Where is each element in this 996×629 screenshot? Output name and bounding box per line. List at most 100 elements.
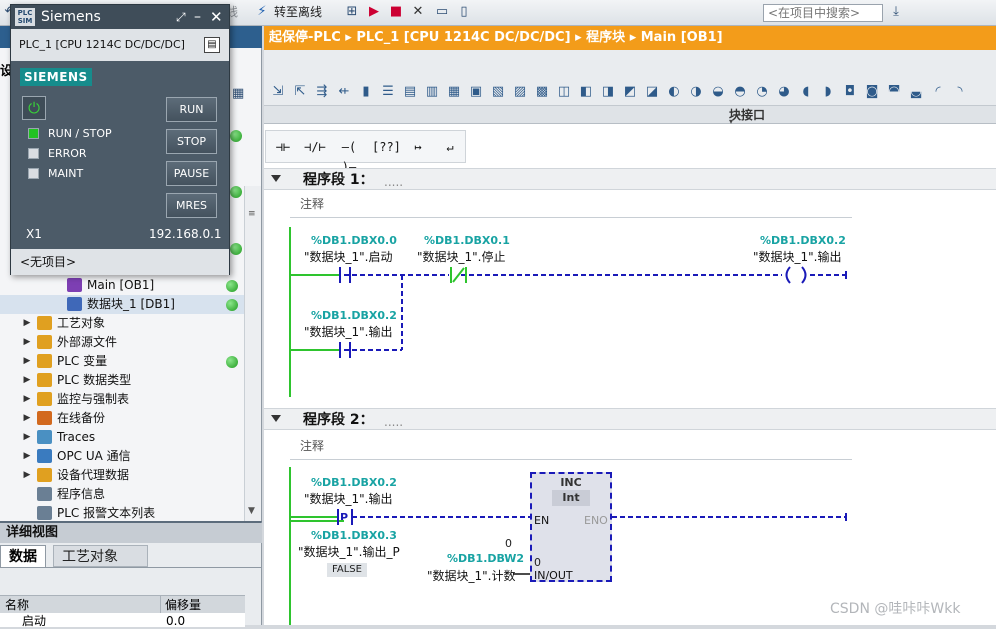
editor-tool-icon[interactable]: ⇲ [269, 83, 287, 101]
run-button[interactable]: RUN [166, 97, 217, 122]
restore-window-icon[interactable]: ⤢ [176, 5, 186, 29]
siemens-logo: SIEMENS [20, 68, 92, 86]
tree-item[interactable]: ▶ PLC 数据类型 [0, 371, 245, 390]
output-coil[interactable] [785, 266, 807, 284]
p-edge-contact[interactable] [337, 509, 353, 525]
expand-arrow-icon[interactable]: ▶ [22, 352, 32, 371]
tree-item[interactable]: ▶ Traces [0, 428, 245, 447]
start-cpu-icon[interactable]: ▶ [366, 4, 382, 20]
editor-tool-icon[interactable]: ▣ [467, 83, 485, 101]
tree-node-icon [37, 316, 52, 330]
project-search-input[interactable] [763, 4, 883, 22]
editor-tool-icon[interactable]: ☰ [379, 83, 397, 101]
editor-tool-icon[interactable]: ◝ [951, 83, 969, 101]
editor-tool-icon[interactable]: ◙ [863, 83, 881, 101]
editor-tool-icon[interactable]: ◨ [599, 83, 617, 101]
simulator-titlebar[interactable]: PLC SIM Siemens ⤢ – ✕ [11, 5, 229, 29]
tree-item[interactable]: Main [OB1] [0, 276, 245, 295]
tree-item[interactable]: ▶ PLC 变量 [0, 352, 245, 371]
editor-tool-icon[interactable]: ◔ [753, 83, 771, 101]
editor-tool-icon[interactable]: ◐ [665, 83, 683, 101]
tree-node-icon [37, 506, 52, 520]
editor-tool-icon[interactable]: ◪ [643, 83, 661, 101]
search-go-icon[interactable]: ⤓ [888, 4, 904, 20]
editor-tool-icon[interactable]: ◖ [797, 83, 815, 101]
expand-arrow-icon[interactable]: ▶ [22, 409, 32, 428]
split-horizontal-icon[interactable]: ▭ [434, 4, 450, 20]
editor-tool-icon[interactable]: ▨ [511, 83, 529, 101]
editor-tool-icon[interactable]: ◛ [907, 83, 925, 101]
tree-item-label: PLC 数据类型 [57, 373, 132, 387]
stop-button[interactable]: STOP [166, 129, 217, 154]
block-interface-bar[interactable]: 块接口 ▾ [264, 106, 996, 126]
tree-item[interactable]: ▶ 在线备份 [0, 409, 245, 428]
editor-tool-icon[interactable]: ◑ [687, 83, 705, 101]
tree-item[interactable]: 数据块_1 [DB1] [0, 295, 245, 314]
pause-button[interactable]: PAUSE [166, 161, 217, 186]
tree-item[interactable]: ▶ 外部源文件 [0, 333, 245, 352]
editor-tool-icon[interactable]: ◘ [841, 83, 859, 101]
editor-tool-icon[interactable]: ◩ [621, 83, 639, 101]
editor-tool-icon[interactable]: ◧ [577, 83, 595, 101]
editor-tool-icon[interactable]: ▤ [401, 83, 419, 101]
ladder-wiring [289, 227, 847, 625]
tree-item[interactable]: ▶ OPC UA 通信 [0, 447, 245, 466]
editor-tool-icon[interactable]: ⇷ [335, 83, 353, 101]
expand-arrow-icon[interactable]: ▶ [22, 371, 32, 390]
minimize-icon[interactable]: – [194, 5, 201, 29]
stop-cpu-icon[interactable]: ■ [388, 4, 404, 20]
editor-tool-icon[interactable]: ◓ [731, 83, 749, 101]
accessible-devices-icon[interactable]: ⊞ [344, 4, 360, 20]
tree-item[interactable]: ▶ 设备代理数据 [0, 466, 245, 485]
go-offline-button[interactable]: ⚡ 转至离线 [254, 3, 322, 22]
tree-node-icon [37, 449, 52, 463]
editor-tool-icon[interactable]: ◜ [929, 83, 947, 101]
editor-tool-icon[interactable]: ⇶ [313, 83, 331, 101]
editor-tool-icon[interactable]: ▩ [533, 83, 551, 101]
editor-toolbar: ⇲ ⇱ ⇶ ⇷ ▮ ☰ ▤ ▥ ▦ ▣ ▧ ▨ ▩ ◫ ◧ ◨ ◩ ◪ ◐ ◑ ◒ ◓ ◔ ◕ ◖ ◗ ◘ ◙ ◚ ◛ ◜ ◝ [264, 50, 996, 106]
detail-view-panel: 详细视图 数据 工艺对象 名称 偏移量 启动 0.0 [0, 521, 262, 628]
scroll-down-icon[interactable]: ▼ [248, 506, 255, 516]
tree-scrollbar[interactable]: ≡ ▼ [244, 186, 261, 521]
editor-tool-icon[interactable]: ◒ [709, 83, 727, 101]
breadcrumb-plc[interactable]: PLC_1 [CPU 1214C DC/DC/DC] [356, 30, 570, 45]
editor-tool-icon[interactable]: ◕ [775, 83, 793, 101]
tree-item-label: 程序信息 [57, 487, 106, 501]
column-offset-header[interactable]: 偏移量 [160, 596, 201, 614]
tab-data[interactable]: 数据 [0, 545, 46, 567]
editor-tool-icon[interactable]: ◗ [819, 83, 837, 101]
mres-button[interactable]: MRES [166, 193, 217, 218]
power-icon[interactable]: ⏻ [22, 96, 46, 120]
tab-tech-objects[interactable]: 工艺对象 [53, 545, 148, 567]
breadcrumb-main[interactable]: Main [OB1] [641, 30, 723, 45]
expand-arrow-icon[interactable]: ▶ [22, 447, 32, 466]
tree-item[interactable]: 程序信息 [0, 485, 245, 504]
expand-arrow-icon[interactable]: ▶ [22, 314, 32, 333]
breadcrumb-project[interactable]: 起保停-PLC [269, 30, 341, 45]
editor-tool-icon[interactable]: ▥ [423, 83, 441, 101]
editor-tool-icon[interactable]: ◫ [555, 83, 573, 101]
editor-tool-icon[interactable]: ⇱ [291, 83, 309, 101]
editor-tool-icon[interactable]: ▮ [357, 83, 375, 101]
tree-toolbar-icon[interactable]: ▦ [232, 86, 248, 102]
close-icon[interactable]: ✕ [210, 5, 223, 29]
tree-item-label: 在线备份 [57, 411, 106, 425]
expand-arrow-icon[interactable]: ▶ [22, 333, 32, 352]
split-vertical-icon[interactable]: ▯ [456, 4, 472, 20]
editor-tool-icon[interactable]: ▦ [445, 83, 463, 101]
expand-arrow-icon[interactable]: ▶ [22, 390, 32, 409]
tab-divider [0, 567, 262, 568]
tree-item[interactable]: ▶ 工艺对象 [0, 314, 245, 333]
column-name-header[interactable]: 名称 [5, 596, 29, 614]
simulator-cpu-label: PLC_1 [CPU 1214C DC/DC/DC] ▤ [11, 29, 229, 61]
project-view-icon[interactable]: ▤ [204, 37, 220, 53]
editor-tool-icon[interactable]: ◚ [885, 83, 903, 101]
port-label: X1 [26, 227, 42, 241]
close-x-icon[interactable]: ✕ [410, 4, 426, 20]
expand-arrow-icon[interactable]: ▶ [22, 466, 32, 485]
tree-item[interactable]: ▶ 监控与强制表 [0, 390, 245, 409]
expand-arrow-icon[interactable]: ▶ [22, 428, 32, 447]
editor-tool-icon[interactable]: ▧ [489, 83, 507, 101]
breadcrumb-separator-icon: ▸ [629, 30, 641, 45]
breadcrumb-program-blocks[interactable]: 程序块 [586, 30, 625, 45]
